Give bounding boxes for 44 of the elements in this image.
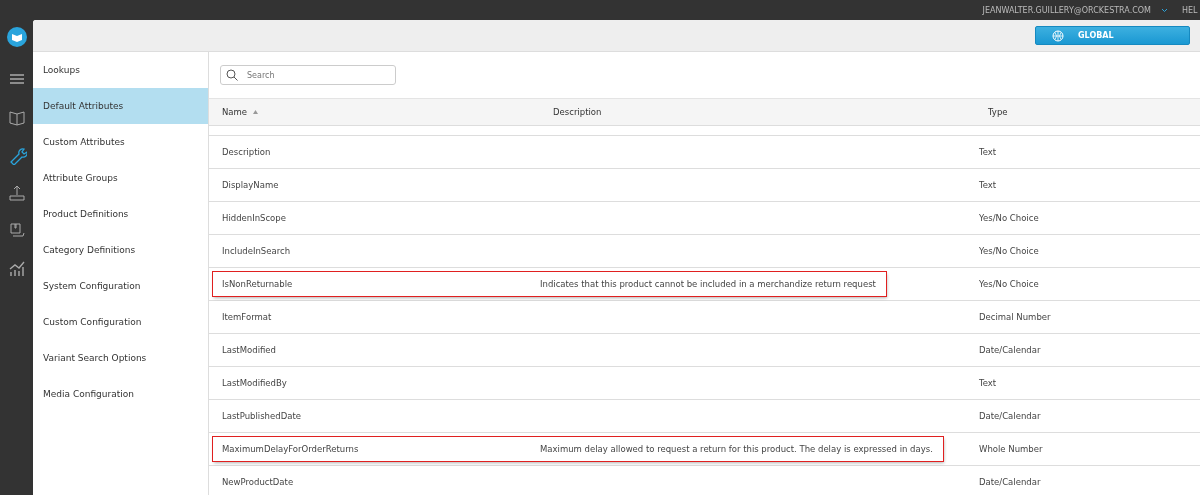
- sidebar-item[interactable]: Custom Configuration: [33, 304, 208, 340]
- table-cell: Text: [979, 147, 997, 157]
- sidebar-item[interactable]: Variant Search Options: [33, 340, 208, 376]
- column-header[interactable]: Description: [540, 98, 975, 126]
- table-cell: Yes/No Choice: [979, 246, 1039, 256]
- help-link[interactable]: HEL: [1182, 5, 1200, 15]
- user-email[interactable]: JEANWALTER.GUILLERY@ORCKESTRA.COM: [982, 5, 1151, 15]
- table-cell-text: ItemFormat: [221, 312, 273, 322]
- table-cell: Whole Number: [979, 444, 1043, 454]
- upload-icon[interactable]: [6, 183, 27, 203]
- table-cell: Yes/No Choice: [979, 213, 1039, 223]
- table-cell: Date/Calendar: [979, 477, 1041, 487]
- globe-icon: [1052, 29, 1064, 42]
- table-cell: Decimal Number: [979, 312, 1051, 322]
- sidebar-item[interactable]: System Configuration: [33, 268, 208, 304]
- chevron-down-icon[interactable]: [1161, 7, 1168, 13]
- search-field[interactable]: Search: [220, 65, 396, 85]
- table-cell-text: Indicates that this product cannot be included in a merchandize return request: [540, 279, 877, 289]
- sidebar-item[interactable]: Lookups: [33, 52, 208, 88]
- column-header[interactable]: Type: [975, 98, 1200, 126]
- table-cell-text: NewProductDate: [221, 477, 295, 487]
- table-cell: Text: [979, 378, 997, 388]
- table-cell-text: LastPublishedDate: [221, 411, 302, 421]
- table-cell-text: HiddenInScope: [221, 213, 287, 223]
- table-cell-text: IsNonReturnable: [221, 279, 294, 289]
- sidebar-item[interactable]: Category Definitions: [33, 232, 208, 268]
- column-header[interactable]: Name: [209, 98, 540, 126]
- table-cell: Date/Calendar: [979, 345, 1041, 355]
- table-cell-text: LastModified: [221, 345, 277, 355]
- table-cell-text: IncludeInSearch: [221, 246, 292, 256]
- table-cell: Date/Calendar: [979, 411, 1041, 421]
- table-cell-text: DisplayName: [221, 180, 280, 190]
- sidebar-item[interactable]: Custom Attributes: [33, 124, 208, 160]
- table-cell-text: MaximumDelayForOrderReturns: [221, 444, 360, 454]
- table-cell-text: Description: [221, 147, 272, 157]
- table-cell: Text: [979, 180, 997, 190]
- table-cell-text: LastModifiedBy: [221, 378, 288, 388]
- sidebar-item[interactable]: Media Configuration: [33, 376, 208, 412]
- logo-icon[interactable]: [6, 27, 27, 47]
- sidebar-item[interactable]: Default Attributes: [33, 88, 208, 124]
- sidebar-item[interactable]: Attribute Groups: [33, 160, 208, 196]
- sidebar-item[interactable]: Product Definitions: [33, 196, 208, 232]
- table-cell-text: Maximum delay allowed to request a return for this product. The delay is expressed in days.: [540, 444, 934, 454]
- table-cell: Yes/No Choice: [979, 279, 1039, 289]
